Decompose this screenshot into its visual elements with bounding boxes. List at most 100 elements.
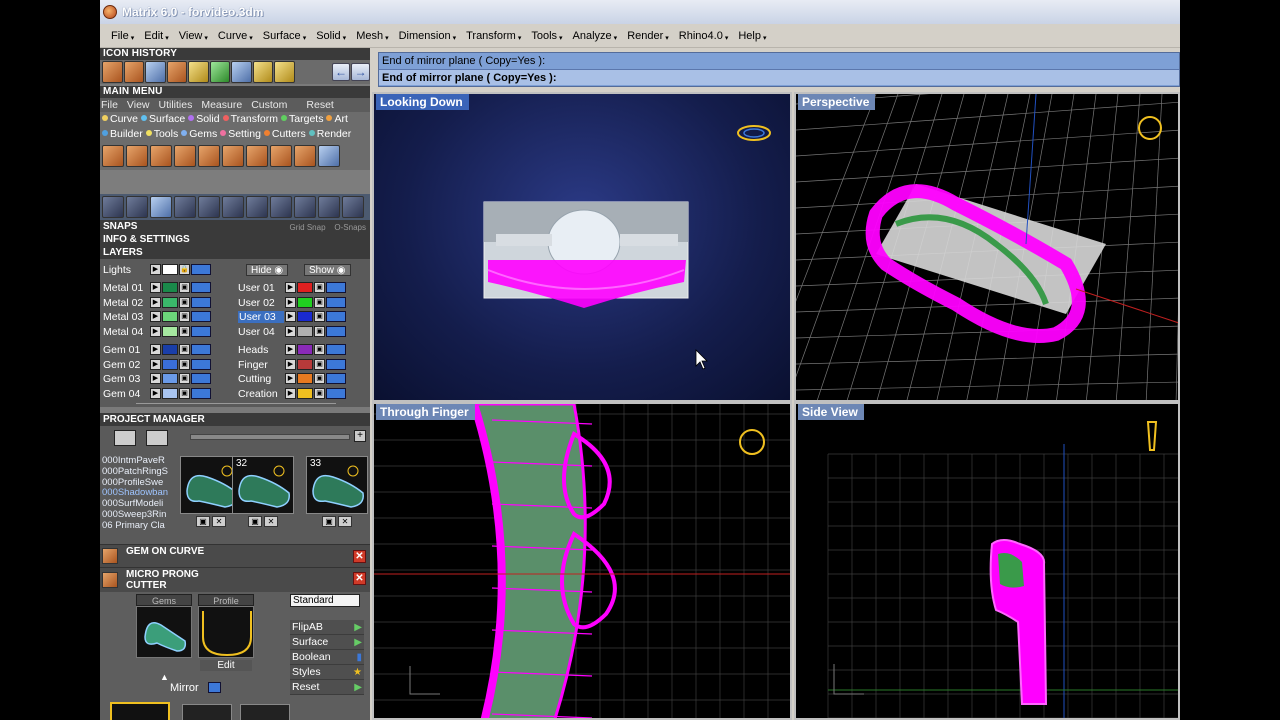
lock-icon[interactable]: ▣ — [179, 344, 190, 355]
project-manager-header[interactable]: PROJECT MANAGER — [100, 413, 370, 426]
mm-reset-button[interactable]: Reset — [306, 98, 333, 112]
layer-color-swatch[interactable] — [297, 373, 313, 384]
layer-visibility-toggle[interactable] — [326, 388, 346, 399]
layer-color-swatch[interactable] — [297, 326, 313, 337]
preset-thumb[interactable] — [182, 704, 232, 720]
lock-icon[interactable]: ▣ — [179, 359, 190, 370]
layer-row[interactable]: Cutting ▶ ▣ — [238, 372, 346, 385]
viewport-label[interactable]: Perspective — [798, 94, 876, 110]
layer-visibility-toggle[interactable] — [191, 344, 211, 355]
layer-visibility-toggle[interactable] — [326, 311, 346, 322]
expand-arrow-icon[interactable]: ▶ — [285, 297, 296, 308]
profile-tab[interactable]: Profile — [198, 594, 254, 606]
layer-color-swatch[interactable] — [162, 297, 178, 308]
mirror-toggle[interactable] — [208, 682, 221, 693]
mm-menu-measure[interactable]: Measure — [201, 98, 242, 112]
option-reset[interactable]: Reset ▶ — [290, 680, 364, 695]
layer-row[interactable]: Gem 04 ▶ ▣ — [103, 387, 211, 400]
layer-row[interactable]: User 03 ▶ ▣ — [238, 310, 346, 323]
layer-row[interactable]: Metal 04 ▶ ▣ — [103, 325, 211, 338]
layer-row[interactable]: Metal 03 ▶ ▣ — [103, 310, 211, 323]
grid-snap-label[interactable]: Grid Snap — [290, 223, 326, 232]
layer-color-swatch[interactable] — [297, 282, 313, 293]
menu-tools[interactable]: Tools — [526, 30, 567, 42]
tool-icon[interactable] — [102, 196, 124, 218]
layer-row[interactable]: Heads ▶ ▣ — [238, 343, 346, 356]
lock-icon[interactable]: ▣ — [314, 282, 325, 293]
main-tab-targets[interactable]: Targets — [281, 112, 323, 127]
command-area[interactable]: End of mirror plane ( Copy=Yes ): End of… — [378, 52, 1180, 87]
history-tool-icon[interactable] — [252, 61, 273, 83]
show-button[interactable]: Show ◉ — [304, 264, 351, 276]
folder-add-icon[interactable] — [146, 430, 168, 446]
layer-visibility-toggle[interactable] — [326, 359, 346, 370]
layer-row[interactable]: User 02 ▶ ▣ — [238, 296, 346, 309]
style-dropdown[interactable]: Standard — [290, 594, 360, 607]
expand-arrow-icon[interactable]: ▶ — [285, 311, 296, 322]
thumb-size-slider[interactable] — [190, 434, 350, 440]
close-icon[interactable]: ✕ — [353, 550, 366, 563]
tool-icon[interactable] — [102, 145, 124, 167]
history-forward-arrow-icon[interactable]: → — [351, 63, 370, 81]
menu-file[interactable]: File — [106, 30, 139, 42]
main-tab-cutters[interactable]: Cutters — [263, 127, 306, 142]
menu-render[interactable]: Render — [622, 30, 674, 42]
layer-row[interactable]: User 01 ▶ ▣ — [238, 281, 346, 294]
tool-icon[interactable] — [294, 196, 316, 218]
lock-icon[interactable]: 🔒 — [179, 264, 190, 275]
expand-arrow-icon[interactable]: ▶ — [150, 373, 161, 384]
layer-row[interactable]: Finger ▶ ▣ — [238, 358, 346, 371]
project-file-item[interactable]: 06 Primary Cla — [102, 520, 172, 532]
lock-icon[interactable]: ▣ — [314, 373, 325, 384]
expand-arrow-icon[interactable]: ▶ — [285, 326, 296, 337]
save-icon[interactable]: ▣ — [248, 516, 262, 527]
layer-row[interactable]: Gem 01 ▶ ▣ — [103, 343, 211, 356]
expand-arrow-icon[interactable]: ▶ — [285, 282, 296, 293]
viewport-side-view[interactable]: Side View — [794, 402, 1180, 720]
layer-color-swatch[interactable] — [162, 344, 178, 355]
lock-icon[interactable]: ▣ — [179, 311, 190, 322]
layers-header[interactable]: LAYERS — [100, 246, 370, 259]
expand-arrow-icon[interactable]: ▶ — [150, 344, 161, 355]
layer-visibility-toggle[interactable] — [191, 311, 211, 322]
main-tab-solid[interactable]: Solid — [188, 112, 220, 127]
main-tab-transform[interactable]: Transform — [222, 112, 278, 127]
main-tab-builder[interactable]: Builder — [102, 127, 143, 142]
tool-icon[interactable] — [246, 145, 268, 167]
viewport-perspective[interactable]: Perspective — [794, 92, 1180, 402]
expand-arrow-icon[interactable]: ▶ — [150, 264, 161, 275]
expand-arrow-icon[interactable]: ▶ — [285, 388, 296, 399]
edit-button[interactable]: Edit — [200, 660, 252, 671]
lock-icon[interactable]: ▣ — [314, 359, 325, 370]
layer-visibility-toggle[interactable] — [191, 282, 211, 293]
lock-icon[interactable]: ▣ — [179, 388, 190, 399]
main-tab-art[interactable]: Art — [326, 112, 348, 127]
mm-menu-view[interactable]: View — [127, 98, 150, 112]
lock-icon[interactable]: ▣ — [314, 388, 325, 399]
delete-icon[interactable]: ✕ — [264, 516, 278, 527]
tool-icon[interactable] — [222, 196, 244, 218]
mm-menu-utilities[interactable]: Utilities — [159, 98, 193, 112]
menu-surface[interactable]: Surface — [258, 30, 311, 42]
lock-icon[interactable]: ▣ — [314, 311, 325, 322]
expand-arrow-icon[interactable]: ▶ — [285, 373, 296, 384]
layer-color-swatch[interactable] — [297, 311, 313, 322]
option-boolean[interactable]: Boolean ▮ — [290, 650, 364, 665]
layer-row[interactable]: Metal 01 ▶ ▣ — [103, 281, 211, 294]
lock-icon[interactable]: ▣ — [179, 373, 190, 384]
expand-arrow-icon[interactable]: ▶ — [150, 311, 161, 322]
history-tool-icon[interactable] — [145, 61, 166, 83]
history-tool-icon[interactable] — [188, 61, 209, 83]
viewport-looking-down[interactable]: Looking Down — [372, 92, 792, 402]
collapse-arrow-icon[interactable]: ▲ — [160, 672, 169, 682]
menu-dimension[interactable]: Dimension — [394, 30, 461, 42]
menu-view[interactable]: View — [174, 30, 213, 42]
layer-color-swatch[interactable] — [297, 359, 313, 370]
menu-analyze[interactable]: Analyze — [568, 30, 623, 42]
layer-visibility-toggle[interactable] — [326, 344, 346, 355]
expand-arrow-icon[interactable]: ▶ — [150, 297, 161, 308]
tool-icon[interactable] — [270, 196, 292, 218]
preset-thumb[interactable] — [240, 704, 290, 720]
profile-preview[interactable] — [198, 606, 254, 658]
layer-color-swatch[interactable] — [297, 344, 313, 355]
